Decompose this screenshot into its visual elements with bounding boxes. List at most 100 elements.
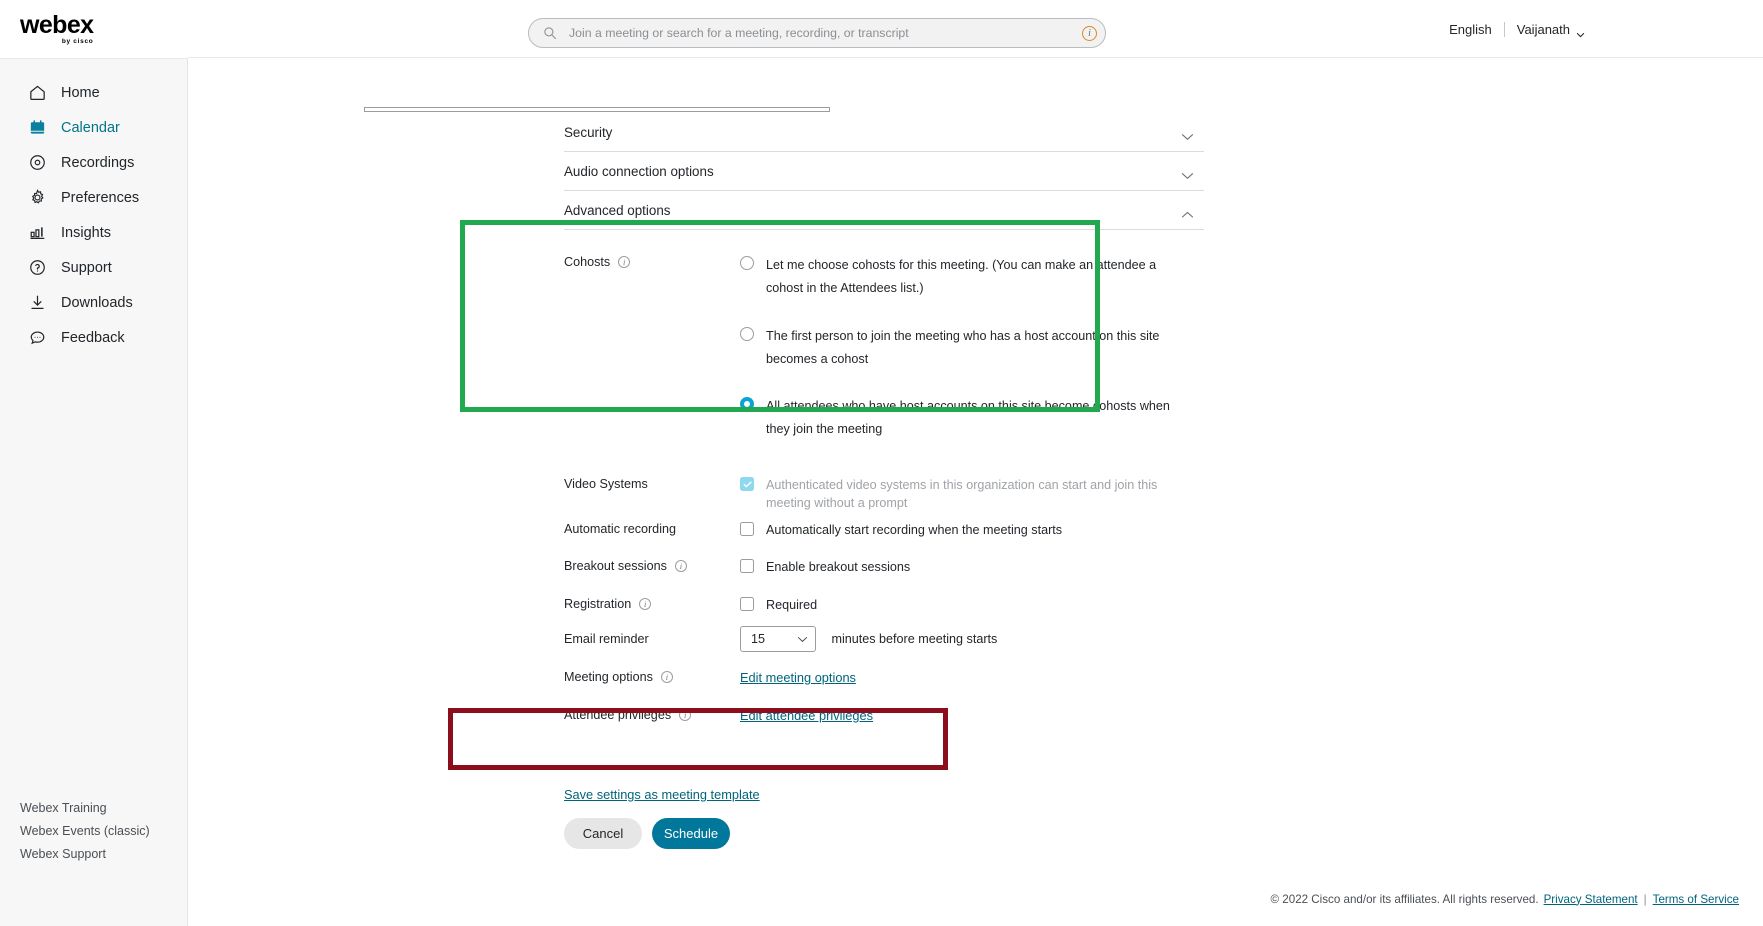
radio-label: All attendees who have host accounts on … [766,399,1170,437]
email-reminder-value: 15 [751,632,766,646]
sidebar-item-feedback[interactable]: Feedback [0,320,187,355]
chevron-down-icon [1576,26,1585,38]
accordion-label: Advanced options [564,202,671,218]
sidebar-item-label: Home [61,84,100,101]
brand-name: webex [20,10,94,39]
cohost-option-first-person[interactable]: The first person to join the meeting who… [740,325,1204,372]
sidebar-link-webex-support[interactable]: Webex Support [20,847,187,861]
gear-icon [28,188,47,207]
video-systems-checkbox-row: Authenticated video systems in this orga… [740,476,1204,513]
search-bar[interactable]: i [528,18,1106,48]
field-row-cohosts: Cohosts i Let me choose cohosts for this… [564,254,1204,442]
accordion-label: Security [564,124,613,140]
field-label-email-reminder: Email reminder [564,626,740,652]
radio-button-selected[interactable] [740,397,754,412]
edit-meeting-options-link[interactable]: Edit meeting options [740,670,856,685]
cohost-option-all-attendees[interactable]: All attendees who have host accounts on … [740,395,1204,442]
field-label-video-systems: Video Systems [564,476,740,513]
terms-of-service-link[interactable]: Terms of Service [1653,893,1739,906]
sidebar-item-downloads[interactable]: Downloads [0,285,187,320]
sidebar-item-insights[interactable]: Insights [0,215,187,250]
accordion-advanced-options[interactable]: Advanced options [564,191,1204,230]
field-label-attendee-privileges: Attendee privileges i [564,707,740,725]
user-name: Vaijanath [1516,21,1570,37]
sidebar-item-recordings[interactable]: Recordings [0,145,187,180]
radio-button[interactable] [740,326,754,341]
action-buttons: Cancel Schedule [564,818,730,849]
sidebar-item-label: Feedback [61,329,125,346]
breakout-sessions-checkbox-row[interactable]: Enable breakout sessions [740,558,1204,576]
feedback-icon [28,328,47,347]
field-row-breakout-sessions: Breakout sessions i Enable breakout sess… [564,558,1204,576]
info-icon[interactable]: i [674,560,687,572]
top-bar: i English Vaijanath [188,0,1763,58]
info-icon[interactable]: i [1082,25,1097,41]
save-template-row: Save settings as meeting template [564,786,760,804]
search-input[interactable] [569,26,1082,40]
sidebar-item-label: Insights [61,224,111,241]
field-row-video-systems: Video Systems Authenticated video system… [564,476,1204,513]
registration-label-text: Registration [564,597,632,611]
sidebar-nav: Home Calendar Recordings Preferences Ins… [0,59,187,355]
top-bar-right: English Vaijanath [1449,0,1585,58]
field-row-email-reminder: Email reminder 15 minutes before meeting… [564,626,1204,652]
sidebar-item-calendar[interactable]: Calendar [0,110,187,145]
checkbox[interactable] [740,597,754,611]
sidebar-link-webex-training[interactable]: Webex Training [20,801,187,815]
calendar-icon [28,118,47,137]
info-icon[interactable]: i [679,709,692,721]
brand-logo[interactable]: webex by cisco [0,0,188,58]
registration-checkbox-row[interactable]: Required [740,596,1204,614]
home-icon [28,83,47,102]
sidebar-item-label: Support [61,259,112,276]
sidebar-item-support[interactable]: Support [0,250,187,285]
info-icon[interactable]: i [639,598,652,610]
page-footer: © 2022 Cisco and/or its affiliates. All … [188,872,1763,926]
cohost-option-choose[interactable]: Let me choose cohosts for this meeting. … [740,254,1204,301]
sidebar-item-label: Recordings [61,154,135,171]
radio-label: Let me choose cohosts for this meeting. … [766,258,1157,296]
edit-attendee-privileges-link[interactable]: Edit attendee privileges [740,708,873,723]
email-reminder-select[interactable]: 15 [740,626,816,652]
download-icon [28,293,47,312]
field-label-cohosts: Cohosts i [564,254,740,442]
language-selector[interactable]: English [1449,22,1492,37]
cancel-button[interactable]: Cancel [564,818,642,849]
accordion-security[interactable]: Security [564,113,1204,152]
field-label-registration: Registration i [564,596,740,614]
chart-icon [28,223,47,242]
cohosts-radio-group: Let me choose cohosts for this meeting. … [740,254,1204,442]
checkbox[interactable] [740,522,754,536]
chevron-down-icon [1181,167,1194,179]
radio-label: The first person to join the meeting who… [766,328,1160,366]
sidebar-bottom-links: Webex Training Webex Events (classic) We… [0,801,187,870]
copyright-text: © 2022 Cisco and/or its affiliates. All … [1270,892,1539,906]
sidebar-item-label: Calendar [61,119,120,136]
field-label-breakout-sessions: Breakout sessions i [564,558,740,576]
schedule-button[interactable]: Schedule [652,818,730,849]
sidebar-item-preferences[interactable]: Preferences [0,180,187,215]
meeting-options-label-text: Meeting options [564,670,653,684]
save-settings-as-meeting-template-link[interactable]: Save settings as meeting template [564,787,760,802]
sidebar-link-webex-events[interactable]: Webex Events (classic) [20,824,187,838]
info-icon[interactable]: i [660,671,673,683]
brand-tagline: by cisco [61,37,94,45]
automatic-recording-checkbox-row[interactable]: Automatically start recording when the m… [740,521,1204,539]
privacy-statement-link[interactable]: Privacy Statement [1544,893,1638,906]
field-label-meeting-options: Meeting options i [564,669,740,687]
divider: | [1643,892,1647,906]
sidebar-item-home[interactable]: Home [0,75,187,110]
accordion-label: Audio connection options [564,163,714,179]
radio-button[interactable] [740,256,754,270]
checkbox-label: Enable breakout sessions [766,560,911,574]
field-row-registration: Registration i Required [564,596,1204,614]
sidebar-item-label: Preferences [61,189,140,206]
checkbox-label: Automatically start recording when the m… [766,523,1063,537]
main-content: Security Audio connection options Advanc… [188,58,1763,872]
info-icon[interactable]: i [618,256,631,268]
accordion-audio-connection-options[interactable]: Audio connection options [564,152,1204,191]
user-menu[interactable]: Vaijanath [1516,21,1585,38]
field-label-automatic-recording: Automatic recording [564,521,740,539]
checkbox-label: Authenticated video systems in this orga… [766,478,1158,511]
checkbox[interactable] [740,559,754,573]
